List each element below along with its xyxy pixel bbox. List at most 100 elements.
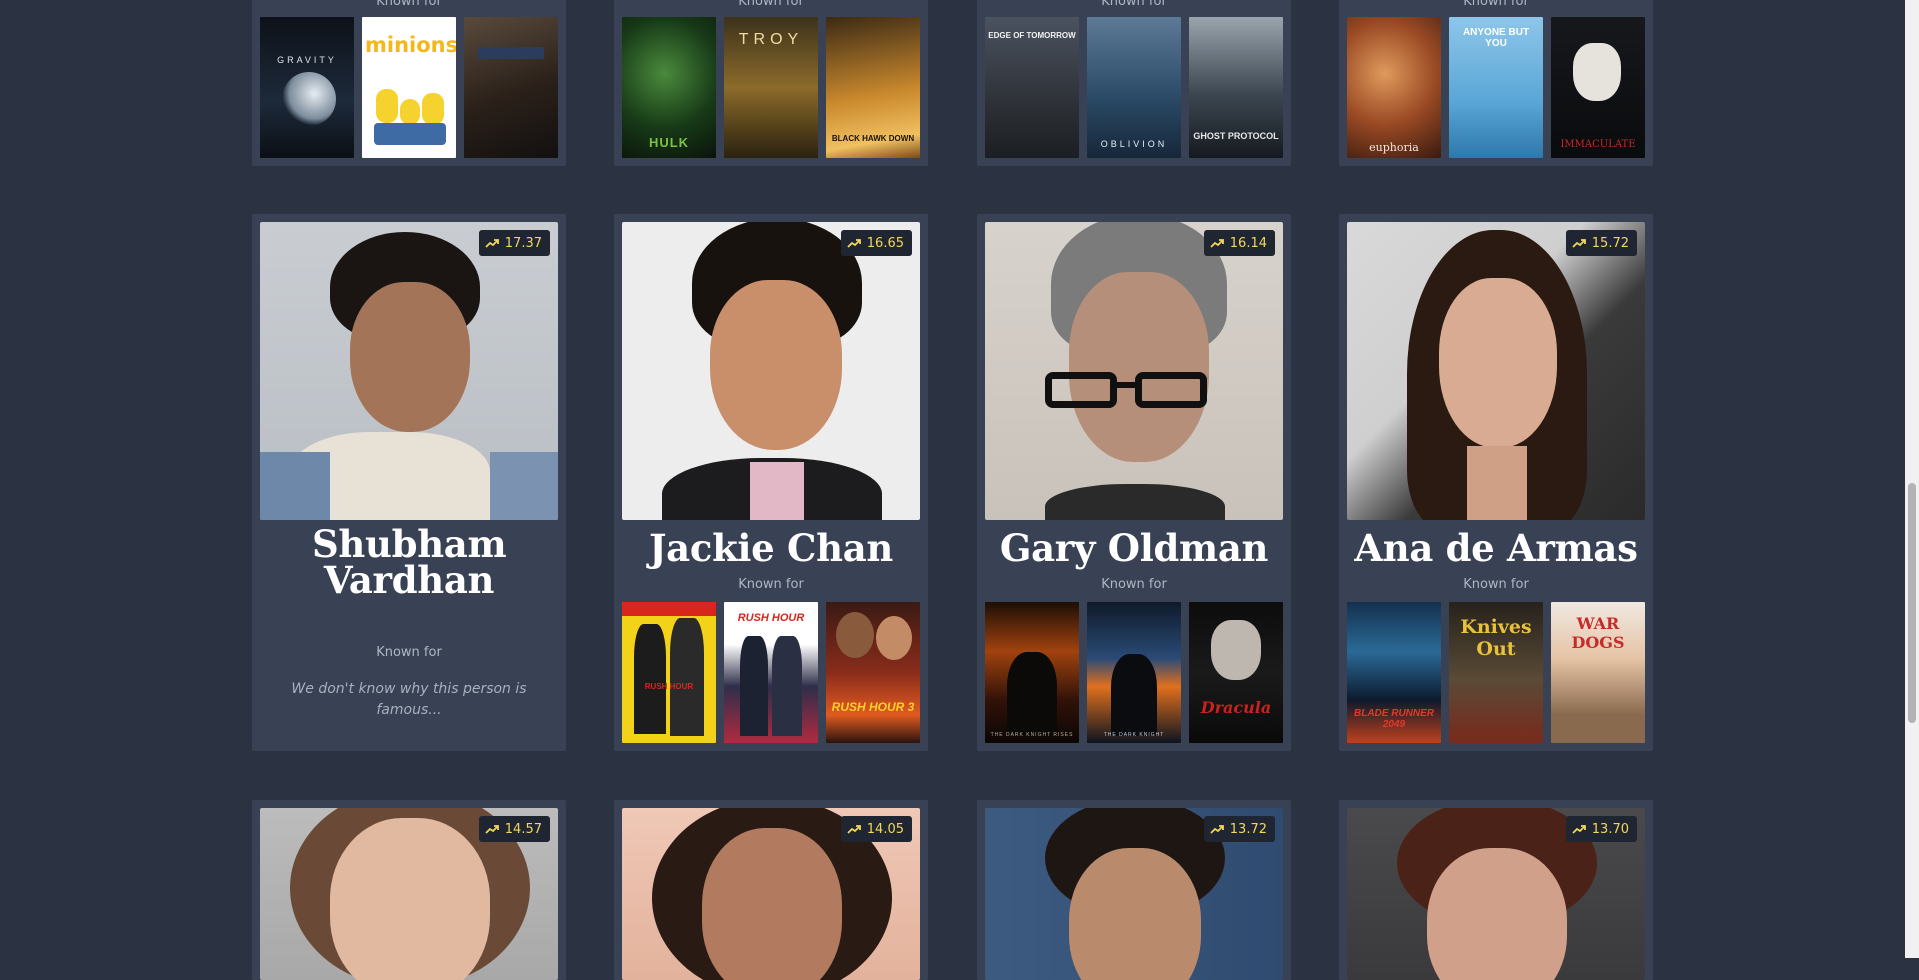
known-for-films: RUSH HOUR RUSH HOUR RUSH HOUR 3 [622, 602, 920, 743]
film-poster[interactable]: TROY [724, 17, 818, 158]
person-photo[interactable]: 15.72 [1347, 222, 1645, 520]
trending-up-icon [1572, 825, 1586, 834]
film-poster[interactable]: GRAVITY [260, 17, 354, 158]
film-poster[interactable]: RUSH HOUR [622, 602, 716, 743]
popularity-badge: 14.57 [478, 816, 550, 842]
film-poster[interactable]: GHOST PROTOCOL [1189, 17, 1283, 158]
person-photo[interactable]: 16.65 [622, 222, 920, 520]
person-card[interactable]: 17.37 Shubham Vardhan Known for We don't… [252, 214, 566, 751]
film-title: minions [365, 33, 456, 57]
person-photo[interactable]: 13.72 [985, 808, 1283, 980]
unknown-fame-message: We don't know why this person is famous.… [291, 681, 527, 718]
person-card[interactable]: Known for GRAVITY minions BIRD BOX [252, 0, 566, 166]
film-poster[interactable]: THE DARK KNIGHT [1087, 602, 1181, 743]
trending-up-icon [485, 239, 499, 248]
person-card[interactable]: 13.70 [1339, 800, 1653, 980]
popularity-value: 16.14 [1229, 235, 1267, 251]
known-for-films: HULK TROY BLACK HAWK DOWN [622, 17, 920, 158]
film-poster[interactable]: RUSH HOUR 3 [826, 602, 920, 743]
known-for-label: Known for [1101, 577, 1167, 592]
person-photo[interactable]: 13.70 [1347, 808, 1645, 980]
known-for-label: Known for [738, 0, 804, 9]
film-poster[interactable]: BLADE RUNNER 2049 [1347, 602, 1441, 743]
film-title: Knives Out [1460, 616, 1532, 660]
film-title: EDGE OF TOMORROW [988, 31, 1076, 40]
film-title: GRAVITY [277, 55, 337, 65]
person-photo[interactable]: 17.37 [260, 222, 558, 520]
film-poster[interactable]: minions [362, 17, 456, 158]
film-poster[interactable]: OBLIVION [1087, 17, 1181, 158]
film-title: RUSH HOUR [737, 612, 805, 624]
film-poster[interactable]: THE DARK KNIGHT RISES [985, 602, 1079, 743]
popularity-badge: 14.05 [840, 816, 912, 842]
film-title: euphoria [1369, 141, 1419, 154]
film-title: BLADE RUNNER 2049 [1354, 708, 1434, 730]
film-title: HULK [648, 135, 690, 150]
person-card[interactable]: 14.57 [252, 800, 566, 980]
person-photo[interactable]: 14.57 [260, 808, 558, 980]
film-title: TROY [738, 31, 804, 48]
known-for-label: Known for [1101, 0, 1167, 9]
person-card[interactable]: Known for EDGE OF TOMORROW OBLIVION GHOS… [977, 0, 1291, 166]
film-title: Dracula [1200, 698, 1272, 717]
popularity-value: 13.72 [1229, 821, 1267, 837]
film-title: OBLIVION [1100, 139, 1168, 149]
film-poster[interactable]: HULK [622, 17, 716, 158]
film-title: THE DARK KNIGHT RISES [990, 732, 1074, 738]
person-card[interactable]: 16.65 Jackie Chan Known for RUSH HOUR RU… [614, 214, 928, 751]
film-title: BLACK HAWK DOWN [831, 134, 915, 143]
popularity-badge: 13.70 [1565, 816, 1637, 842]
popularity-value: 13.70 [1591, 821, 1629, 837]
film-title: THE DARK KNIGHT [1103, 732, 1165, 738]
popularity-value: 15.72 [1591, 235, 1629, 251]
trending-up-icon [1572, 239, 1586, 248]
person-name[interactable]: Ana de Armas [1339, 530, 1653, 567]
film-poster[interactable]: euphoria [1347, 17, 1441, 158]
film-title: RUSH HOUR 3 [831, 700, 915, 714]
film-title: WAR DOGS [1571, 614, 1625, 652]
person-name[interactable]: Shubham Vardhan [252, 526, 566, 599]
film-poster[interactable]: WAR DOGS [1551, 602, 1645, 743]
person-name[interactable]: Gary Oldman [977, 530, 1291, 567]
film-poster[interactable]: BLACK HAWK DOWN [826, 17, 920, 158]
known-for-films: euphoria ANYONE BUT YOU IMMACULATE [1347, 17, 1645, 158]
trending-up-icon [847, 825, 861, 834]
popularity-badge: 17.37 [478, 230, 550, 256]
known-for-label: Known for [1463, 0, 1529, 9]
known-for-films: EDGE OF TOMORROW OBLIVION GHOST PROTOCOL [985, 17, 1283, 158]
popularity-value: 16.65 [866, 235, 904, 251]
film-title: GHOST PROTOCOL [1193, 131, 1279, 141]
person-photo[interactable]: 14.05 [622, 808, 920, 980]
film-poster[interactable]: RUSH HOUR [724, 602, 818, 743]
person-card[interactable]: 16.14 Gary Oldman Known for THE DARK KNI… [977, 214, 1291, 751]
scrollbar-thumb[interactable] [1908, 483, 1916, 723]
trending-up-icon [1210, 825, 1224, 834]
person-card[interactable]: Known for HULK TROY BLACK HAWK DOWN [614, 0, 928, 166]
popularity-value: 14.57 [504, 821, 542, 837]
person-name[interactable]: Jackie Chan [614, 530, 928, 567]
film-poster[interactable]: IMMACULATE [1551, 17, 1645, 158]
popularity-badge: 13.72 [1203, 816, 1275, 842]
popularity-badge: 16.14 [1203, 230, 1275, 256]
film-title: RUSH HOUR [644, 682, 694, 691]
page-scrollbar[interactable] [1905, 0, 1919, 958]
popularity-badge: 16.65 [840, 230, 912, 256]
film-poster[interactable]: Knives Out [1449, 602, 1543, 743]
person-card[interactable]: 13.72 [977, 800, 1291, 980]
known-for-films: THE DARK KNIGHT RISES THE DARK KNIGHT Dr… [985, 602, 1283, 743]
film-poster[interactable]: BIRD BOX [464, 17, 558, 158]
film-poster[interactable]: Dracula [1189, 602, 1283, 743]
known-for-label: Known for [376, 0, 442, 9]
trending-up-icon [1210, 239, 1224, 248]
person-card[interactable]: 15.72 Ana de Armas Known for BLADE RUNNE… [1339, 214, 1653, 751]
film-poster[interactable]: ANYONE BUT YOU [1449, 17, 1543, 158]
popularity-value: 17.37 [504, 235, 542, 251]
popularity-badge: 15.72 [1565, 230, 1637, 256]
film-poster[interactable]: EDGE OF TOMORROW [985, 17, 1079, 158]
known-for-label: Known for [1463, 577, 1529, 592]
person-card[interactable]: Known for euphoria ANYONE BUT YOU IMMACU… [1339, 0, 1653, 166]
person-photo[interactable]: 16.14 [985, 222, 1283, 520]
person-card[interactable]: 14.05 [614, 800, 928, 980]
popularity-value: 14.05 [866, 821, 904, 837]
known-for-label: Known for [376, 645, 442, 660]
